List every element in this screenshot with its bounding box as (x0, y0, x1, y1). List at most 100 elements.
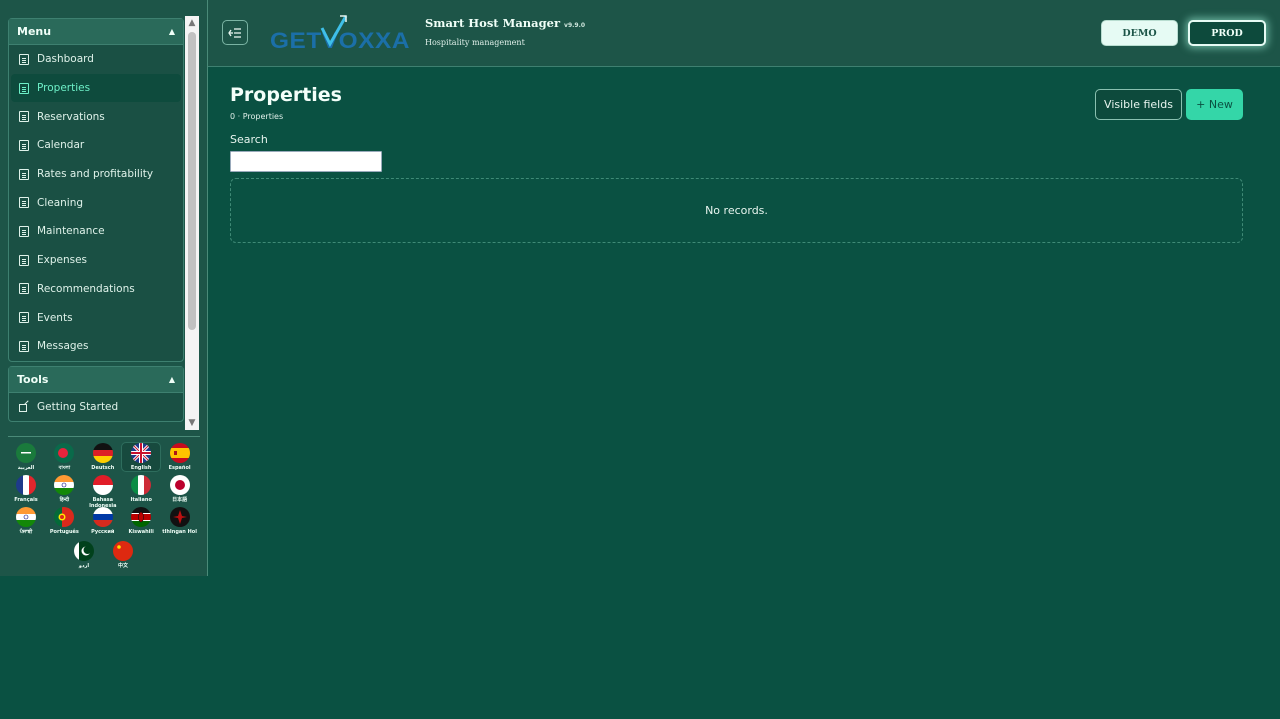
sidebar-item-label: Properties (37, 82, 91, 95)
sidebar-toggle-button[interactable] (222, 20, 248, 45)
de-flag-icon (92, 443, 113, 463)
jp-flag-icon (169, 475, 190, 495)
tools-panel-title: Tools (17, 372, 49, 386)
language-option-pk[interactable]: اردو (65, 541, 103, 569)
menu-panel-header[interactable]: Menu ▲ (9, 19, 183, 45)
pk-flag-icon (74, 541, 94, 561)
demo-env-button[interactable]: DEMO (1101, 20, 1178, 46)
language-label: Português (49, 529, 79, 535)
scrollbar-thumb[interactable] (188, 32, 196, 330)
language-option-de[interactable]: Deutsch (84, 443, 122, 471)
list-icon (19, 340, 29, 352)
language-option-es[interactable]: Español (161, 443, 199, 471)
sidebar-item-label: Rates and profitability (37, 168, 154, 181)
language-option-id[interactable]: Bahasa Indonesia (84, 475, 122, 509)
logo-text: GETVOXXA (270, 28, 410, 53)
language-label: Español (168, 465, 191, 471)
list-icon (19, 283, 29, 295)
sidebar-item-recommendations[interactable]: Recommendations (9, 275, 183, 304)
language-label: 日本語 (172, 497, 188, 503)
list-icon (19, 254, 29, 266)
id-flag-icon (92, 475, 113, 495)
it-flag-icon (131, 475, 152, 495)
list-icon (19, 139, 29, 151)
list-icon (19, 312, 29, 324)
sidebar-item-label: Calendar (37, 139, 85, 152)
sidebar-item-label: Getting Started (37, 400, 119, 413)
language-option-pt[interactable]: Português (45, 507, 83, 535)
sidebar-scrollbar[interactable]: ▲ ▼ (185, 16, 199, 430)
es-flag-icon (169, 443, 190, 463)
sidebar-item-label: Recommendations (37, 282, 135, 295)
sidebar-item-label: Cleaning (37, 196, 84, 209)
language-option-gb[interactable]: English (121, 442, 162, 472)
language-label: ਪੰਜਾਬੀ (19, 529, 33, 535)
list-icon (19, 111, 29, 123)
search-input[interactable] (230, 151, 382, 172)
visible-fields-button[interactable]: Visible fields (1095, 89, 1182, 120)
list-icon (19, 197, 29, 209)
top-bar: GETVOXXA Smart Host Manager v9.9.0 Hospit… (208, 0, 1280, 67)
language-option-sa[interactable]: العربية (7, 443, 45, 471)
language-option-jp[interactable]: 日本語 (161, 475, 199, 503)
sidebar-item-calendar[interactable]: Calendar (9, 131, 183, 160)
sidebar-item-getting-started[interactable]: Getting Started (9, 393, 183, 422)
language-label: Deutsch (91, 465, 115, 471)
menu-list: Dashboard Properties Reservations Calendar R… (9, 45, 183, 361)
sidebar-nav: Menu ▲ Dashboard Properties Reservations Ca… (8, 18, 184, 430)
new-button[interactable]: + New (1186, 89, 1243, 120)
list-icon (19, 168, 29, 180)
sidebar-item-events[interactable]: Events (9, 303, 183, 332)
app-title-text: Smart Host Manager (425, 16, 561, 30)
prod-env-button[interactable]: PROD (1188, 20, 1266, 46)
language-option-bd[interactable]: বাংলা (45, 443, 83, 471)
language-label: Français (14, 497, 38, 503)
language-label: English (130, 465, 152, 471)
app-subtitle: Hospitality management (425, 38, 525, 47)
ru-flag-icon (92, 507, 113, 527)
sidebar-item-expenses[interactable]: Expenses (9, 246, 183, 275)
menu-panel: Menu ▲ Dashboard Properties Reservations Ca… (8, 18, 184, 362)
bd-flag-icon (54, 443, 75, 463)
language-option-ke[interactable]: Kiswahili (122, 507, 160, 535)
sidebar-item-maintenance[interactable]: Maintenance (9, 217, 183, 246)
sa-flag-icon (16, 443, 36, 463)
language-label: বাংলা (58, 465, 71, 471)
collapse-sidebar-icon (228, 27, 241, 38)
ke-flag-icon (131, 507, 152, 527)
app-version: v9.9.0 (564, 22, 586, 29)
scroll-up-arrow-icon[interactable]: ▲ (185, 16, 199, 30)
language-option-ru[interactable]: Русский (84, 507, 122, 535)
language-label: हिन्दी (59, 497, 70, 503)
collapse-caret-icon: ▲ (168, 374, 175, 384)
language-label: tlhIngan Hol (162, 529, 197, 535)
list-icon (19, 225, 29, 237)
language-label: Русский (91, 529, 115, 535)
sidebar-item-label: Events (37, 311, 73, 324)
sidebar-item-cleaning[interactable]: Cleaning (9, 188, 183, 217)
language-option-in-pa[interactable]: ਪੰਜਾਬੀ (7, 507, 45, 535)
empty-state-text: No records. (705, 204, 768, 217)
language-option-it[interactable]: Italiano (122, 475, 160, 503)
language-option-klingon[interactable]: tlhIngan Hol (161, 507, 199, 535)
scroll-down-arrow-icon[interactable]: ▼ (185, 416, 199, 430)
language-label: Kiswahili (128, 529, 154, 535)
in-flag-icon (54, 475, 75, 495)
language-selector: العربية বাংলা Deutsch English Español Françai… (8, 436, 200, 569)
language-option-cn[interactable]: 中文 (104, 541, 142, 569)
sidebar-item-messages[interactable]: Messages (9, 332, 183, 361)
language-label: 中文 (117, 563, 128, 569)
gb-flag-icon (131, 443, 152, 463)
language-label: اردو (78, 563, 90, 569)
sidebar-item-reservations[interactable]: Reservations (9, 102, 183, 131)
tools-panel-header[interactable]: Tools ▲ (9, 366, 183, 393)
sidebar-item-dashboard[interactable]: Dashboard (9, 45, 183, 74)
pt-flag-icon (54, 507, 75, 527)
sidebar-item-properties[interactable]: Properties (11, 73, 181, 103)
sidebar-item-rates-and-profitability[interactable]: Rates and profitability (9, 160, 183, 189)
crop-icon (19, 402, 29, 412)
records-container: No records. (230, 178, 1243, 243)
list-icon (19, 53, 29, 65)
language-option-fr[interactable]: Français (7, 475, 45, 503)
language-option-in[interactable]: हिन्दी (45, 475, 83, 503)
